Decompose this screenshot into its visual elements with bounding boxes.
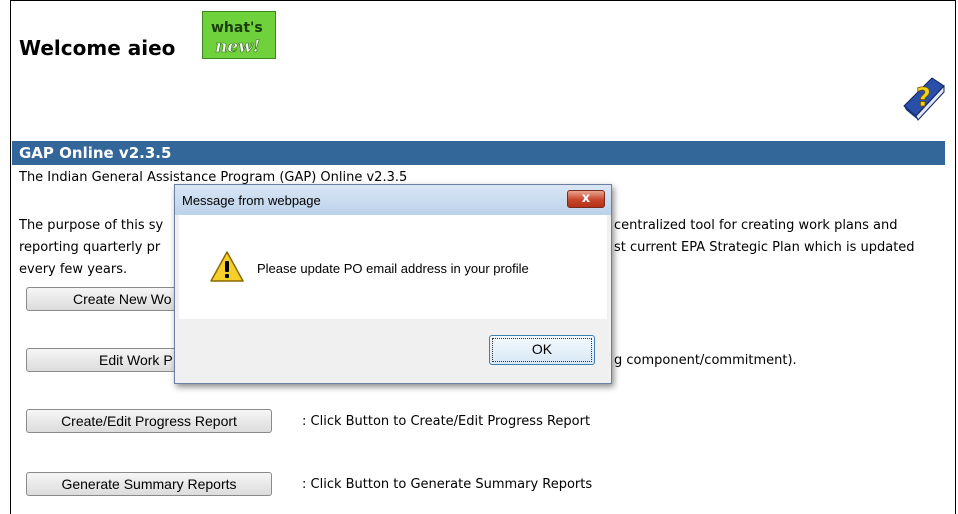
purpose-line-1-left: The purpose of this sy (19, 218, 164, 233)
help-book-icon[interactable]: ? (898, 72, 950, 124)
section-banner: GAP Online v2.3.5 (12, 141, 945, 165)
whats-new-top-text: what's (211, 20, 263, 36)
dialog-message: Please update PO email address in your p… (257, 261, 529, 276)
progress-report-desc: : Click Button to Create/Edit Progress R… (302, 414, 591, 429)
warning-icon (209, 249, 245, 285)
dialog-titlebar[interactable]: Message from webpage x (175, 185, 611, 215)
welcome-heading: Welcome aieo (19, 36, 176, 60)
intro-line: The Indian General Assistance Program (G… (19, 170, 408, 185)
purpose-line-2-left: reporting quarterly pr (19, 240, 161, 255)
message-dialog: Message from webpage x Please update PO … (174, 184, 612, 384)
dialog-title: Message from webpage (182, 193, 321, 208)
dialog-close-button[interactable]: x (567, 190, 605, 208)
purpose-line-1-right: centralized tool for creating work plans… (614, 218, 898, 233)
ok-button[interactable]: OK (489, 335, 595, 365)
whats-new-badge[interactable]: what's new! (202, 11, 276, 59)
close-icon: x (581, 191, 591, 206)
ok-focus-ring (492, 338, 592, 362)
purpose-line-3: every few years. (19, 262, 128, 277)
purpose-line-2-right: st current EPA Strategic Plan which is u… (614, 240, 915, 255)
create-edit-progress-report-button[interactable]: Create/Edit Progress Report (26, 409, 272, 433)
svg-text:?: ? (916, 83, 931, 113)
edit-work-plan-desc: g component/commitment). (614, 353, 797, 368)
summary-reports-desc: : Click Button to Generate Summary Repor… (302, 477, 593, 492)
generate-summary-reports-button[interactable]: Generate Summary Reports (26, 472, 272, 496)
whats-new-bottom-text: new! (215, 37, 260, 57)
